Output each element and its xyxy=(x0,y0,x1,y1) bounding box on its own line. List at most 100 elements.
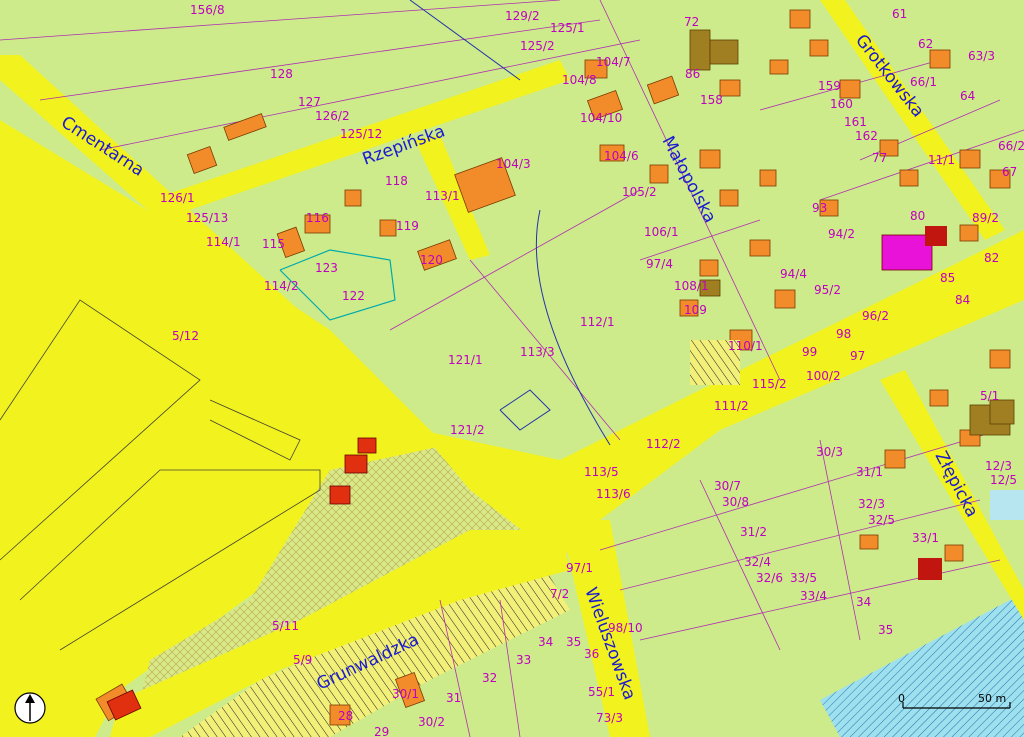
parcel-label: 33/4 xyxy=(800,589,827,603)
parcel-label: 12/5 xyxy=(990,473,1017,487)
parcel-label: 119 xyxy=(396,219,419,233)
parcel-label: 33/5 xyxy=(790,571,817,585)
parcel-label: 125/2 xyxy=(520,39,555,53)
parcel-label: 118 xyxy=(385,174,408,188)
parcel-label: 67 xyxy=(1002,165,1017,179)
parcel-label: 86 xyxy=(685,67,700,81)
parcel-label: 123 xyxy=(315,261,338,275)
parcel-label: 127 xyxy=(298,95,321,109)
parcel-label: 33 xyxy=(516,653,531,667)
parcel-label: 85 xyxy=(940,271,955,285)
street-zlepicka: Złępicka xyxy=(931,448,982,521)
parcel-label: 109 xyxy=(684,303,707,317)
parcel-label: 100/2 xyxy=(806,369,841,383)
scale-bar: 0 50 m xyxy=(898,692,1011,709)
parcel-label: 30/7 xyxy=(714,479,741,493)
parcel-label: 113/6 xyxy=(596,487,631,501)
parcel-label: 120 xyxy=(420,253,443,267)
parcel-label: 126/2 xyxy=(315,109,350,123)
street-cmentarna: Cmentarna xyxy=(57,112,147,180)
parcel-label: 95/2 xyxy=(814,283,841,297)
parcel-label: 32 xyxy=(482,671,497,685)
parcel-label: 122 xyxy=(342,289,365,303)
street-malopolska: Małopolska xyxy=(658,133,720,226)
parcel-label: 94/4 xyxy=(780,267,807,281)
parcel-label: 121/2 xyxy=(450,423,485,437)
parcel-label: 104/8 xyxy=(562,73,597,87)
parcel-label: 31/2 xyxy=(740,525,767,539)
parcel-label: 114/1 xyxy=(206,235,241,249)
parcel-label: 82 xyxy=(984,251,999,265)
scale-zero: 0 xyxy=(898,692,905,705)
parcel-label: 31/1 xyxy=(856,465,883,479)
parcel-label: 98 xyxy=(836,327,851,341)
parcel-label: 62 xyxy=(918,37,933,51)
parcel-label: 116 xyxy=(306,211,329,225)
parcel-label: 99 xyxy=(802,345,817,359)
parcel-label: 93 xyxy=(812,201,827,215)
parcel-label: 34 xyxy=(538,635,553,649)
parcel-label: 113/3 xyxy=(520,345,555,359)
parcel-label: 30/3 xyxy=(816,445,843,459)
cadastral-map[interactable]: Cmentarna Rzepińska Grotkowska Małopolsk… xyxy=(0,0,1024,737)
parcel-label: 110/1 xyxy=(728,339,763,353)
parcel-label: 97/4 xyxy=(646,257,673,271)
parcel-label: 121/1 xyxy=(448,353,483,367)
parcel-label: 104/3 xyxy=(496,157,531,171)
parcel-label: 29 xyxy=(374,725,389,737)
north-arrow-icon xyxy=(14,692,46,724)
parcel-label: 128 xyxy=(270,67,293,81)
parcel-label: 34 xyxy=(856,595,871,609)
parcel-label: 94/2 xyxy=(828,227,855,241)
parcel-label: 104/6 xyxy=(604,149,639,163)
parcel-label: 125/12 xyxy=(340,127,382,141)
parcel-label: 156/8 xyxy=(190,3,225,17)
parcel-label: 97 xyxy=(850,349,865,363)
parcel-label: 55/1 xyxy=(588,685,615,699)
parcel-label: 32/5 xyxy=(868,513,895,527)
parcel-label: 30/1 xyxy=(392,687,419,701)
parcel-label: 11/1 xyxy=(928,153,955,167)
parcel-label: 61 xyxy=(892,7,907,21)
parcel-label: 98/10 xyxy=(608,621,643,635)
parcel-label: 33/1 xyxy=(912,531,939,545)
parcel-label: 84 xyxy=(955,293,970,307)
parcel-label: 158 xyxy=(700,93,723,107)
parcel-label: 5/9 xyxy=(293,653,312,667)
parcel-label: 97/1 xyxy=(566,561,593,575)
parcel-label: 112/1 xyxy=(580,315,615,329)
street-grunwaldzka: Grunwaldzka xyxy=(314,630,423,695)
parcel-label: 113/1 xyxy=(425,189,460,203)
parcel-label: 160 xyxy=(830,97,853,111)
parcel-label: 28 xyxy=(338,709,353,723)
parcel-label: 108/1 xyxy=(674,279,709,293)
parcel-label: 80 xyxy=(910,209,925,223)
parcel-label: 113/5 xyxy=(584,465,619,479)
parcel-label: 115/2 xyxy=(752,377,787,391)
parcel-label: 64 xyxy=(960,89,975,103)
parcel-label: 104/7 xyxy=(596,55,631,69)
scale-fifty: 50 m xyxy=(978,692,1006,705)
parcel-label: 106/1 xyxy=(644,225,679,239)
parcel-label: 63/3 xyxy=(968,49,995,63)
parcel-label: 66/1 xyxy=(910,75,937,89)
parcel-label: 30/8 xyxy=(722,495,749,509)
parcel-label: 32/6 xyxy=(756,571,783,585)
parcel-label: 111/2 xyxy=(714,399,749,413)
parcel-label: 115 xyxy=(262,237,285,251)
parcel-label: 159 xyxy=(818,79,841,93)
parcel-label: 161 xyxy=(844,115,867,129)
parcel-label: 35 xyxy=(566,635,581,649)
parcel-label: 35 xyxy=(878,623,893,637)
parcel-label: 7/2 xyxy=(550,587,569,601)
parcel-label: 73/3 xyxy=(596,711,623,725)
parcel-label: 162 xyxy=(855,129,878,143)
parcel-label: 125/13 xyxy=(186,211,228,225)
parcel-label: 129/2 xyxy=(505,9,540,23)
parcel-label: 32/3 xyxy=(858,497,885,511)
parcel-label: 96/2 xyxy=(862,309,889,323)
parcel-label: 5/11 xyxy=(272,619,299,633)
parcel-label: 72 xyxy=(684,15,699,29)
parcel-label: 32/4 xyxy=(744,555,771,569)
parcel-label: 105/2 xyxy=(622,185,657,199)
